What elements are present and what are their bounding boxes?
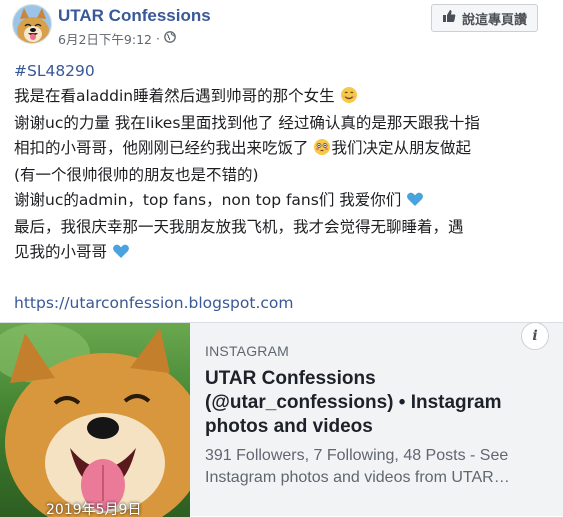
preview-description: 391 Followers, 7 Following, 48 Posts - S… [205,445,550,489]
info-icon[interactable]: i [521,322,549,350]
blue-heart-icon [406,190,424,216]
post-timestamp[interactable]: 6月2日下午9:12 [58,29,152,48]
post-line: 谢谢uc的力量 我在likes里面找到他了 经过确认真的是那天跟我十指 [14,114,480,132]
post-line: 相扣的小哥哥，他刚刚已经约我出来吃饭了 我们决定从朋友做起 [14,136,554,164]
flushed-face-icon [313,138,331,164]
post-line: (有一个很帅很帅的朋友也是不错的) [14,166,259,184]
like-page-button[interactable]: 說這專頁讚 [430,4,538,32]
preview-domain: INSTAGRAM [205,343,289,359]
post-text: 谢谢uc的admin，top fans，non top fans们 我爱你们 [14,190,402,209]
post-text: 相扣的小哥哥，他刚刚已经约我出来吃饭了 [14,138,309,157]
blog-link[interactable]: https://utarconfession.blogspot.com [14,291,554,316]
preview-title-line: UTAR Confessions [205,368,376,389]
preview-text[interactable]: INSTAGRAM UTAR Confessions (@utar_confes… [205,343,550,489]
page-avatar[interactable] [12,4,52,44]
post-text: 我是在看aladdin睡着然后遇到帅哥的那个女生 [14,86,335,105]
preview-description-line: Instagram photos and videos from UTAR… [205,469,510,486]
page-name-link[interactable]: UTAR Confessions [58,6,211,26]
preview-title: UTAR Confessions (@utar_confessions) • I… [205,367,550,439]
hashtag-link[interactable]: #SL48290 [14,59,554,84]
post-line: 谢谢uc的admin，top fans，non top fans们 我爱你们 [14,188,554,216]
blue-heart-icon [112,242,130,268]
meta-separator: · [155,31,160,46]
preview-description-line: 391 Followers, 7 Following, 48 Posts - S… [205,447,509,464]
post-text: 见我的小哥哥 [14,242,108,261]
preview-image[interactable]: 2019年5月9日 [0,323,190,517]
globe-icon[interactable] [164,31,176,46]
post-header: UTAR Confessions 6月2日下午9:12 · 說這專頁讚 [12,4,552,48]
post-body: #SL48290 我是在看aladdin睡着然后遇到帅哥的那个女生 谢谢uc的力… [14,59,554,316]
post-meta: 6月2日下午9:12 · [58,29,176,48]
post-line: 见我的小哥哥 [14,240,554,268]
preview-title-line: photos and videos [205,416,373,437]
smiling-face-icon [340,86,358,112]
like-button-label: 說這專頁讚 [461,12,527,28]
post-line: 我是在看aladdin睡着然后遇到帅哥的那个女生 [14,84,554,112]
thumbs-up-icon [442,9,456,27]
post-line: 最后，我很庆幸那一天我朋友放我飞机，我才会觉得无聊睡着，遇 [14,218,464,236]
link-preview-card[interactable]: 2019年5月9日 INSTAGRAM UTAR Confessions (@u… [0,322,563,517]
post-text: 我们决定从朋友做起 [331,138,471,157]
image-caption: 2019年5月9日 [46,502,142,517]
preview-title-line: (@utar_confessions) • Instagram [205,392,502,413]
